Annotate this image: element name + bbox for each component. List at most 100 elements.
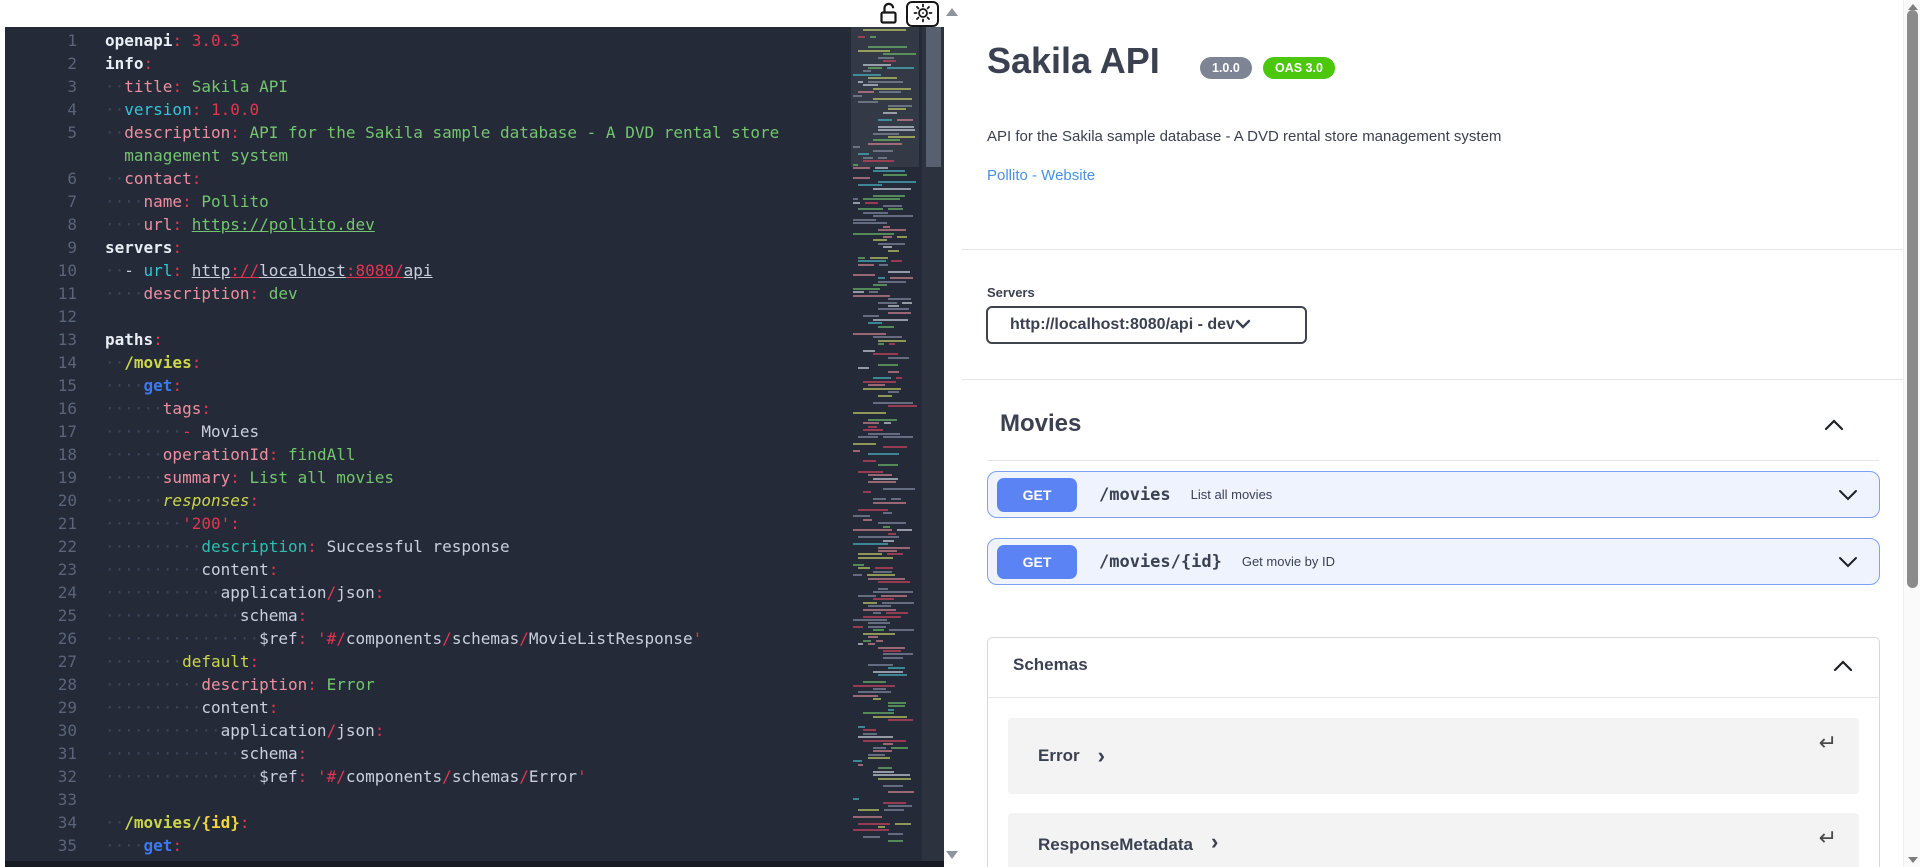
code-row: 30············application/json: xyxy=(5,719,855,742)
schema-model-row[interactable]: Error›↵ xyxy=(1008,718,1859,794)
code-row: 34 ··/movies/{id}: xyxy=(5,811,855,834)
code-line[interactable]: info: xyxy=(105,52,153,75)
code-row: 12 xyxy=(5,305,855,328)
operation-row[interactable]: GET/moviesList all movies xyxy=(987,471,1880,518)
line-number: 33 xyxy=(5,788,77,811)
editor-scroll-up-arrow-icon[interactable] xyxy=(946,8,958,16)
line-number: 21 xyxy=(5,512,77,535)
code-row: 27········default: xyxy=(5,650,855,673)
operations: GET/moviesList all moviesGET/movies/{id}… xyxy=(987,471,1880,605)
code-row: 3··title: Sakila API xyxy=(5,75,855,98)
line-number: 26 xyxy=(5,627,77,650)
page-scrollbar[interactable] xyxy=(1903,0,1920,867)
code-line[interactable]: ··········description: Error xyxy=(105,673,375,696)
code-line[interactable]: ····get: xyxy=(105,374,182,397)
code-line[interactable]: ··version: 1.0.0 xyxy=(105,98,259,121)
expand-all-icon[interactable]: ↵ xyxy=(1819,825,1837,851)
code-line[interactable]: paths: xyxy=(105,328,163,351)
code-row: 6··contact: xyxy=(5,167,855,190)
code-line[interactable]: ··description: API for the Sakila sample… xyxy=(105,121,779,144)
code-line[interactable]: ········'200': xyxy=(105,512,240,535)
sun-icon xyxy=(912,3,934,26)
line-number: 9 xyxy=(5,236,77,259)
code-line[interactable]: ········- Movies xyxy=(105,420,259,443)
code-row: 22··········description: Successful resp… xyxy=(5,535,855,558)
schema-name: ResponseMetadata xyxy=(1038,835,1193,855)
code-line[interactable]: ········default: xyxy=(105,650,259,673)
chevron-down-icon[interactable] xyxy=(1837,555,1859,574)
api-description: API for the Sakila sample database - A D… xyxy=(987,128,1501,145)
minimap[interactable] xyxy=(851,27,919,867)
tag-section-header[interactable]: Movies xyxy=(1000,410,1878,450)
chevron-up-icon[interactable] xyxy=(1833,660,1853,678)
page-scrollbar-thumb[interactable] xyxy=(1907,10,1918,588)
editor-topbar xyxy=(0,0,962,27)
schemas-section: Schemas Error›↵ResponseMetadata›↵ xyxy=(987,637,1880,867)
code-line[interactable]: ··management system xyxy=(105,144,288,167)
server-select-value: http://localhost:8080/api - dev xyxy=(1010,316,1235,334)
code-line[interactable]: ··········description: Successful respon… xyxy=(105,535,510,558)
code-line[interactable]: ······responses: xyxy=(105,489,259,512)
code-line[interactable]: ··/movies: xyxy=(105,351,201,374)
code-line[interactable]: openapi: 3.0.3 xyxy=(105,29,240,52)
line-number: 2 xyxy=(5,52,77,75)
code-line[interactable]: ····description: dev xyxy=(105,282,298,305)
editor-scroll-down-arrow-icon[interactable] xyxy=(946,851,958,859)
line-number: 7 xyxy=(5,190,77,213)
code-row: 29··········content: xyxy=(5,696,855,719)
line-number: 13 xyxy=(5,328,77,351)
scrollbar-down-arrow-icon[interactable] xyxy=(1908,857,1918,863)
code-row: 8····url: https://pollito.dev xyxy=(5,213,855,236)
code-row: 14 ··/movies: xyxy=(5,351,855,374)
code-line[interactable]: ······tags: xyxy=(105,397,211,420)
operation-row[interactable]: GET/movies/{id}Get movie by ID xyxy=(987,538,1880,585)
code-line[interactable]: ··title: Sakila API xyxy=(105,75,288,98)
code-line[interactable]: ············application/json: xyxy=(105,719,384,742)
chevron-down-icon[interactable] xyxy=(1837,488,1859,507)
api-title: Sakila API xyxy=(987,40,1160,82)
code-editor[interactable]: 1 openapi: 3.0.3 2 info:3··title: Sakila AP… xyxy=(5,27,944,867)
code-row: 23 ··········content: xyxy=(5,558,855,581)
theme-toggle-button[interactable] xyxy=(906,1,939,27)
line-number: 34 xyxy=(5,811,77,834)
method-badge: GET xyxy=(997,478,1077,512)
servers-label: Servers xyxy=(987,285,1035,300)
operation-path: /movies/{id} xyxy=(1099,552,1222,572)
line-number: 1 xyxy=(5,29,77,52)
code-line[interactable]: servers: xyxy=(105,236,182,259)
line-number: 23 xyxy=(5,558,77,581)
code-line[interactable]: ··············schema: xyxy=(105,742,307,765)
line-number: 28 xyxy=(5,673,77,696)
contact-link[interactable]: Pollito - Website xyxy=(987,167,1095,184)
code-line[interactable]: ··contact: xyxy=(105,167,201,190)
code-line[interactable]: ··········content: xyxy=(105,696,278,719)
code-line[interactable]: ······summary: List all movies xyxy=(105,466,394,489)
chevron-up-icon[interactable] xyxy=(1823,418,1845,437)
line-number: 14 xyxy=(5,351,77,374)
editor-scrollbar[interactable] xyxy=(922,27,944,867)
line-number: 32 xyxy=(5,765,77,788)
code-line[interactable]: ··/movies/{id}: xyxy=(105,811,250,834)
code-line[interactable]: ····name: Pollito xyxy=(105,190,269,213)
code-line[interactable]: ············application/json: xyxy=(105,581,384,604)
expand-all-icon[interactable]: ↵ xyxy=(1819,730,1837,756)
line-number: 4 xyxy=(5,98,77,121)
editor-scrollbar-thumb[interactable] xyxy=(926,27,941,167)
unlock-button[interactable] xyxy=(877,2,901,26)
code-row: 19······summary: List all movies xyxy=(5,466,855,489)
operation-path: /movies xyxy=(1099,485,1171,505)
line-number: 10 xyxy=(5,259,77,282)
server-select[interactable]: http://localhost:8080/api - dev xyxy=(986,306,1307,344)
code-line[interactable]: ····url: https://pollito.dev xyxy=(105,213,375,236)
tag-title: Movies xyxy=(1000,410,1081,437)
schema-model-row[interactable]: ResponseMetadata›↵ xyxy=(1008,813,1859,867)
code-line[interactable]: ················$ref: '#/components/sche… xyxy=(105,627,702,650)
code-line[interactable]: ····get: xyxy=(105,834,182,857)
code-line[interactable]: ··············schema: xyxy=(105,604,307,627)
code-line[interactable]: ··- url: http://localhost:8080/api xyxy=(105,259,433,282)
code-line[interactable]: ··········content: xyxy=(105,558,278,581)
code-line[interactable]: ················$ref: '#/components/sche… xyxy=(105,765,587,788)
code-row: 7 ····name: Pollito xyxy=(5,190,855,213)
code-line[interactable]: ······operationId: findAll xyxy=(105,443,355,466)
line-number: 31 xyxy=(5,742,77,765)
